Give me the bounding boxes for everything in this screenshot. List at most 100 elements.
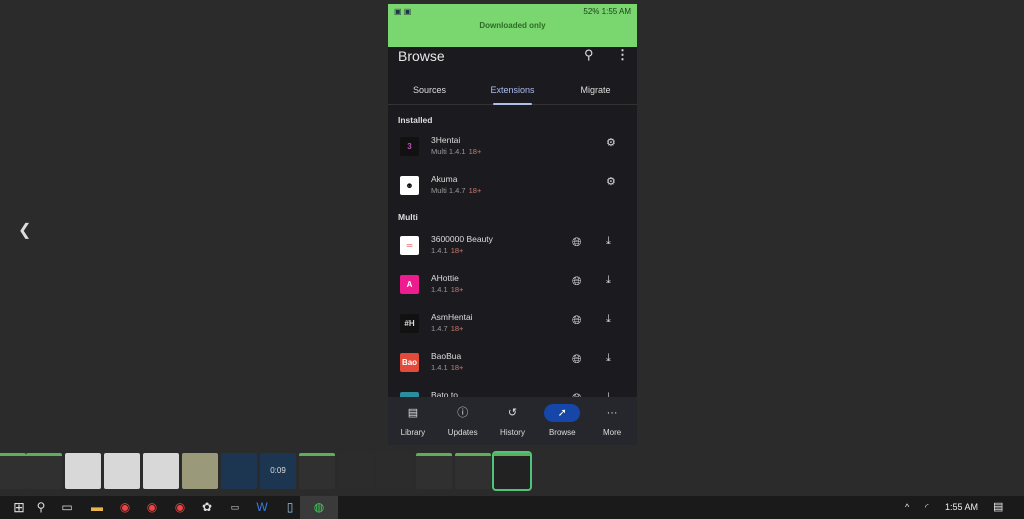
status-bar: ▣ ▣ 52% 1:55 AM Downloaded only bbox=[388, 4, 637, 47]
recent-app-thumbnail[interactable] bbox=[221, 453, 257, 489]
status-right: 52% 1:55 AM bbox=[583, 7, 631, 16]
download-icon[interactable]: ⤓ bbox=[606, 274, 611, 287]
extension-name: 3Hentai bbox=[431, 135, 461, 145]
nsfw-badge: 18+ bbox=[450, 285, 464, 294]
extension-version: 1.4.7 18+ bbox=[431, 324, 463, 333]
extension-item[interactable]: A AHottie 1.4.1 18+ 🌐︎ ⤓ bbox=[388, 268, 637, 307]
extension-name: Akuma bbox=[431, 174, 458, 184]
recent-apps-strip: 0:09 bbox=[0, 451, 540, 491]
nav-label: More bbox=[602, 428, 622, 437]
extension-name: AHottie bbox=[431, 273, 459, 283]
settings-gear-icon[interactable]: ⚙ bbox=[606, 136, 616, 149]
extension-item[interactable]: ☻ Akuma Multi 1.4.7 18+ ⚙ bbox=[388, 169, 637, 208]
nav-icon: ↺ bbox=[507, 407, 518, 419]
nav-label: Library bbox=[400, 428, 426, 437]
section-multi: Multi bbox=[398, 212, 418, 222]
nav-label: Browse bbox=[548, 428, 576, 437]
globe-icon[interactable]: 🌐︎ bbox=[572, 235, 582, 250]
extension-logo: ☻ bbox=[400, 176, 419, 195]
recent-app-thumbnail[interactable] bbox=[0, 453, 26, 489]
nsfw-badge: 18+ bbox=[468, 147, 482, 156]
extension-version: 1.4.1 18+ bbox=[431, 285, 463, 294]
bottom-navigation: ▤ Library ⓘ Updates ↺ History ➚ Browse ··· More bbox=[388, 397, 637, 445]
extension-version: Multi 1.4.7 18+ bbox=[431, 186, 481, 195]
nav-more[interactable]: ··· More bbox=[587, 397, 637, 445]
version-text: 1.4.1 bbox=[431, 246, 448, 255]
recent-app-thumbnail[interactable] bbox=[455, 453, 491, 489]
downloaded-only-banner: Downloaded only bbox=[479, 21, 546, 30]
extension-logo: Bao bbox=[400, 353, 419, 372]
recent-app-thumbnail[interactable] bbox=[26, 453, 62, 489]
recent-app-thumbnail[interactable] bbox=[65, 453, 101, 489]
recent-app-thumbnail[interactable] bbox=[492, 451, 532, 491]
recent-app-thumbnail[interactable] bbox=[338, 453, 374, 489]
tab-bar: Sources Extensions Migrate bbox=[388, 79, 637, 105]
extension-item[interactable]: ═ 3600000 Beauty 1.4.1 18+ 🌐︎ ⤓ bbox=[388, 229, 637, 268]
search-icon[interactable]: ⚲ bbox=[584, 47, 594, 63]
extension-version: 1.4.1 18+ bbox=[431, 363, 463, 372]
tab-sources[interactable]: Sources bbox=[388, 79, 471, 104]
nav-history[interactable]: ↺ History bbox=[488, 397, 538, 445]
extension-logo: ═ bbox=[400, 236, 419, 255]
clock[interactable]: 1:55 AM bbox=[945, 496, 978, 519]
version-text: Multi 1.4.7 bbox=[431, 186, 466, 195]
nav-icon: ··· bbox=[606, 407, 618, 419]
extension-item[interactable]: Bao BaoBua 1.4.1 18+ 🌐︎ ⤓ bbox=[388, 346, 637, 385]
extension-item[interactable]: #H AsmHentai 1.4.7 18+ 🌐︎ ⤓ bbox=[388, 307, 637, 346]
globe-icon[interactable]: 🌐︎ bbox=[572, 352, 582, 367]
recent-app-thumbnail[interactable]: 0:09 bbox=[260, 453, 296, 489]
previous-arrow-button[interactable]: ❮ bbox=[18, 220, 31, 240]
version-text: Multi 1.4.1 bbox=[431, 147, 466, 156]
notification-icons: ▣ ▣ bbox=[394, 7, 412, 16]
nav-icon: ➚ bbox=[544, 404, 581, 422]
version-text: 1.4.1 bbox=[431, 363, 448, 372]
nav-browse[interactable]: ➚ Browse bbox=[537, 397, 587, 445]
app-header: Browse ⚲ ⋮ bbox=[388, 47, 637, 77]
phone-screen: ▣ ▣ 52% 1:55 AM Downloaded only Browse ⚲… bbox=[388, 4, 637, 445]
notifications-icon[interactable]: ▤ bbox=[993, 496, 1003, 519]
more-options-icon[interactable]: ⋮ bbox=[616, 47, 629, 63]
wifi-icon[interactable]: ◜ bbox=[925, 496, 929, 519]
globe-icon[interactable]: 🌐︎ bbox=[572, 313, 582, 328]
extension-version: Multi 1.4.1 18+ bbox=[431, 147, 481, 156]
nav-label: History bbox=[500, 428, 525, 437]
extension-logo: A bbox=[400, 275, 419, 294]
tray-expand-icon[interactable]: ^ bbox=[905, 496, 909, 519]
recent-app-thumbnail[interactable] bbox=[182, 453, 218, 489]
extension-item[interactable]: 3 3Hentai Multi 1.4.1 18+ ⚙ bbox=[388, 130, 637, 169]
tab-extensions[interactable]: Extensions bbox=[471, 79, 554, 105]
nsfw-badge: 18+ bbox=[450, 363, 464, 372]
settings-gear-icon[interactable]: ⚙ bbox=[606, 175, 616, 188]
extension-version: 1.4.1 18+ bbox=[431, 246, 463, 255]
extension-name: AsmHentai bbox=[431, 312, 473, 322]
download-icon[interactable]: ⤓ bbox=[606, 352, 611, 365]
recent-app-thumbnail[interactable] bbox=[299, 453, 335, 489]
nav-library[interactable]: ▤ Library bbox=[388, 397, 438, 445]
download-icon[interactable]: ⤓ bbox=[606, 235, 611, 248]
nsfw-badge: 18+ bbox=[450, 246, 464, 255]
recent-app-thumbnail[interactable] bbox=[377, 453, 413, 489]
nav-updates[interactable]: ⓘ Updates bbox=[438, 397, 488, 445]
extension-list: Installed 3 3Hentai Multi 1.4.1 18+ ⚙ ☻ Aku… bbox=[388, 105, 637, 424]
section-installed: Installed bbox=[398, 115, 433, 125]
version-text: 1.4.1 bbox=[431, 285, 448, 294]
recent-app-thumbnail[interactable] bbox=[104, 453, 140, 489]
globe-icon[interactable]: 🌐︎ bbox=[572, 274, 582, 289]
thumb-time: 0:09 bbox=[270, 466, 286, 475]
nav-label: Updates bbox=[447, 428, 478, 437]
nsfw-badge: 18+ bbox=[450, 324, 464, 333]
extension-logo: 3 bbox=[400, 137, 419, 156]
download-icon[interactable]: ⤓ bbox=[606, 313, 611, 326]
taskbar: ⊞ ⚲ ▭ ▬ ◉ ◉ ◉ ✿ ▭ W ▯ ◍ ^ ◜ 1:55 AM ▤ bbox=[0, 496, 1024, 519]
tab-migrate[interactable]: Migrate bbox=[554, 79, 637, 104]
page-title: Browse bbox=[398, 48, 445, 64]
extension-name: 3600000 Beauty bbox=[431, 234, 493, 244]
nav-icon: ▤ bbox=[407, 407, 419, 419]
extension-name: BaoBua bbox=[431, 351, 462, 361]
whatsapp-icon[interactable]: ◍ bbox=[300, 496, 338, 519]
recent-app-thumbnail[interactable] bbox=[143, 453, 179, 489]
nsfw-badge: 18+ bbox=[468, 186, 482, 195]
version-text: 1.4.7 bbox=[431, 324, 448, 333]
recent-app-thumbnail[interactable] bbox=[416, 453, 452, 489]
nav-icon: ⓘ bbox=[457, 407, 469, 419]
